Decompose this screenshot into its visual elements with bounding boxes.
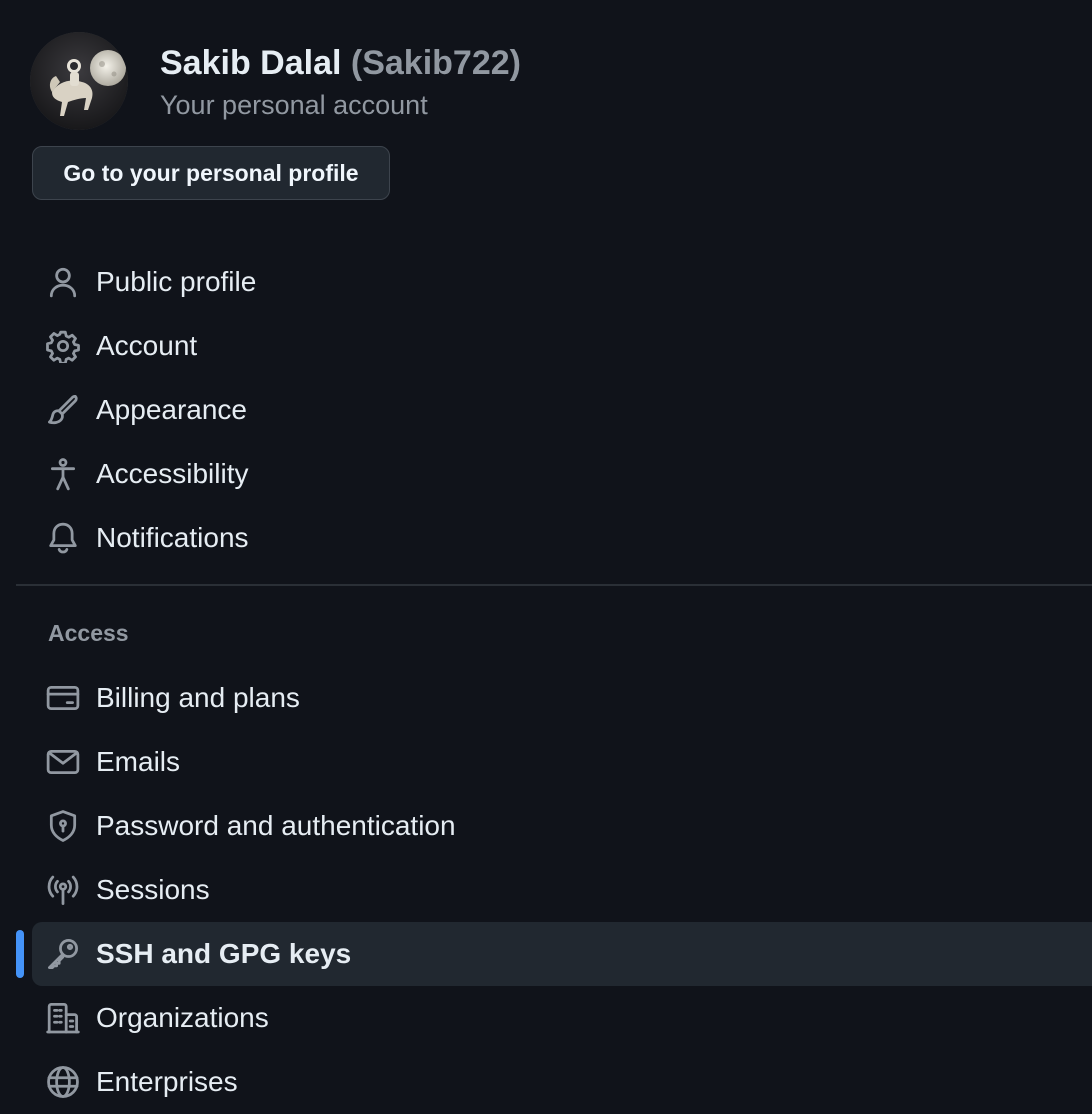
accessibility-icon xyxy=(46,457,80,491)
sidebar-item-notifications[interactable]: Notifications xyxy=(32,506,1092,570)
broadcast-icon xyxy=(46,873,80,907)
sidebar-item-sessions[interactable]: Sessions xyxy=(32,858,1092,922)
avatar[interactable] xyxy=(30,32,128,130)
sidebar-item-enterprises[interactable]: Enterprises xyxy=(32,1050,1092,1114)
active-item-indicator xyxy=(16,930,24,978)
globe-icon xyxy=(46,1065,80,1099)
sidebar-item-label: Password and authentication xyxy=(96,810,456,841)
key-icon xyxy=(46,937,80,971)
account-header: Sakib Dalal (Sakib722) Your personal acc… xyxy=(30,32,1070,132)
sidebar-item-label: Billing and plans xyxy=(96,682,300,713)
sidebar-item-accessibility[interactable]: Accessibility xyxy=(32,442,1092,506)
paintbrush-icon xyxy=(46,393,80,427)
sidebar-item-label: Sessions xyxy=(96,874,210,905)
sidebar-item-password-authentication[interactable]: Password and authentication xyxy=(32,794,1092,858)
sidebar-item-organizations[interactable]: Organizations xyxy=(32,986,1092,1050)
credit-card-icon xyxy=(46,681,80,715)
username: (Sakib722) xyxy=(350,44,521,82)
gear-icon xyxy=(46,329,80,363)
sidebar-item-label: Accessibility xyxy=(96,458,249,489)
mail-icon xyxy=(46,745,80,779)
sidebar-item-account[interactable]: Account xyxy=(32,314,1092,378)
person-icon xyxy=(46,265,80,299)
account-title: Sakib Dalal (Sakib722) xyxy=(160,44,521,82)
sidebar-item-label: Organizations xyxy=(96,1002,269,1033)
display-name: Sakib Dalal xyxy=(160,44,342,82)
sidebar-item-billing[interactable]: Billing and plans xyxy=(32,666,1092,730)
sidebar-item-label: Public profile xyxy=(96,266,257,297)
sidebar-item-label: Appearance xyxy=(96,394,248,425)
sidebar-item-appearance[interactable]: Appearance xyxy=(32,378,1092,442)
account-subtitle: Your personal account xyxy=(160,90,428,120)
sidebar-item-label: Notifications xyxy=(96,522,249,553)
sidebar-item-label: SSH and GPG keys xyxy=(96,938,352,969)
sidebar-item-label: Account xyxy=(96,330,198,361)
sidebar-item-ssh-gpg-keys[interactable]: SSH and GPG keys xyxy=(32,922,1092,986)
avatar-image xyxy=(30,32,128,130)
sidebar-item-label: Emails xyxy=(96,746,181,777)
sidebar-item-emails[interactable]: Emails xyxy=(32,730,1092,794)
shield-lock-icon xyxy=(46,809,80,843)
section-divider xyxy=(16,584,1092,586)
bell-icon xyxy=(46,521,80,555)
section-heading-access: Access xyxy=(48,620,129,646)
go-to-profile-button[interactable]: Go to your personal profile xyxy=(32,146,390,200)
sidebar-item-public-profile[interactable]: Public profile xyxy=(32,250,1092,314)
organization-icon xyxy=(46,1001,80,1035)
sidebar-item-label: Enterprises xyxy=(96,1066,238,1097)
